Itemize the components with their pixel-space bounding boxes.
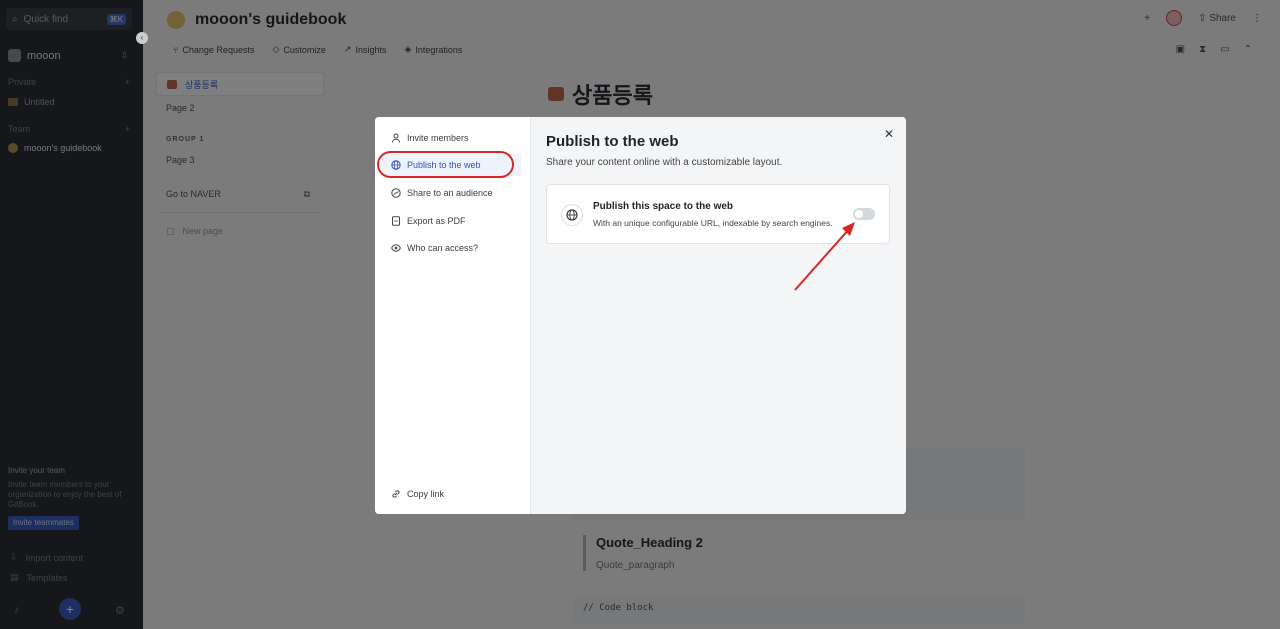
collapse-sidebar-button[interactable]: ‹ <box>136 32 148 44</box>
annotation-arrow <box>794 222 855 291</box>
